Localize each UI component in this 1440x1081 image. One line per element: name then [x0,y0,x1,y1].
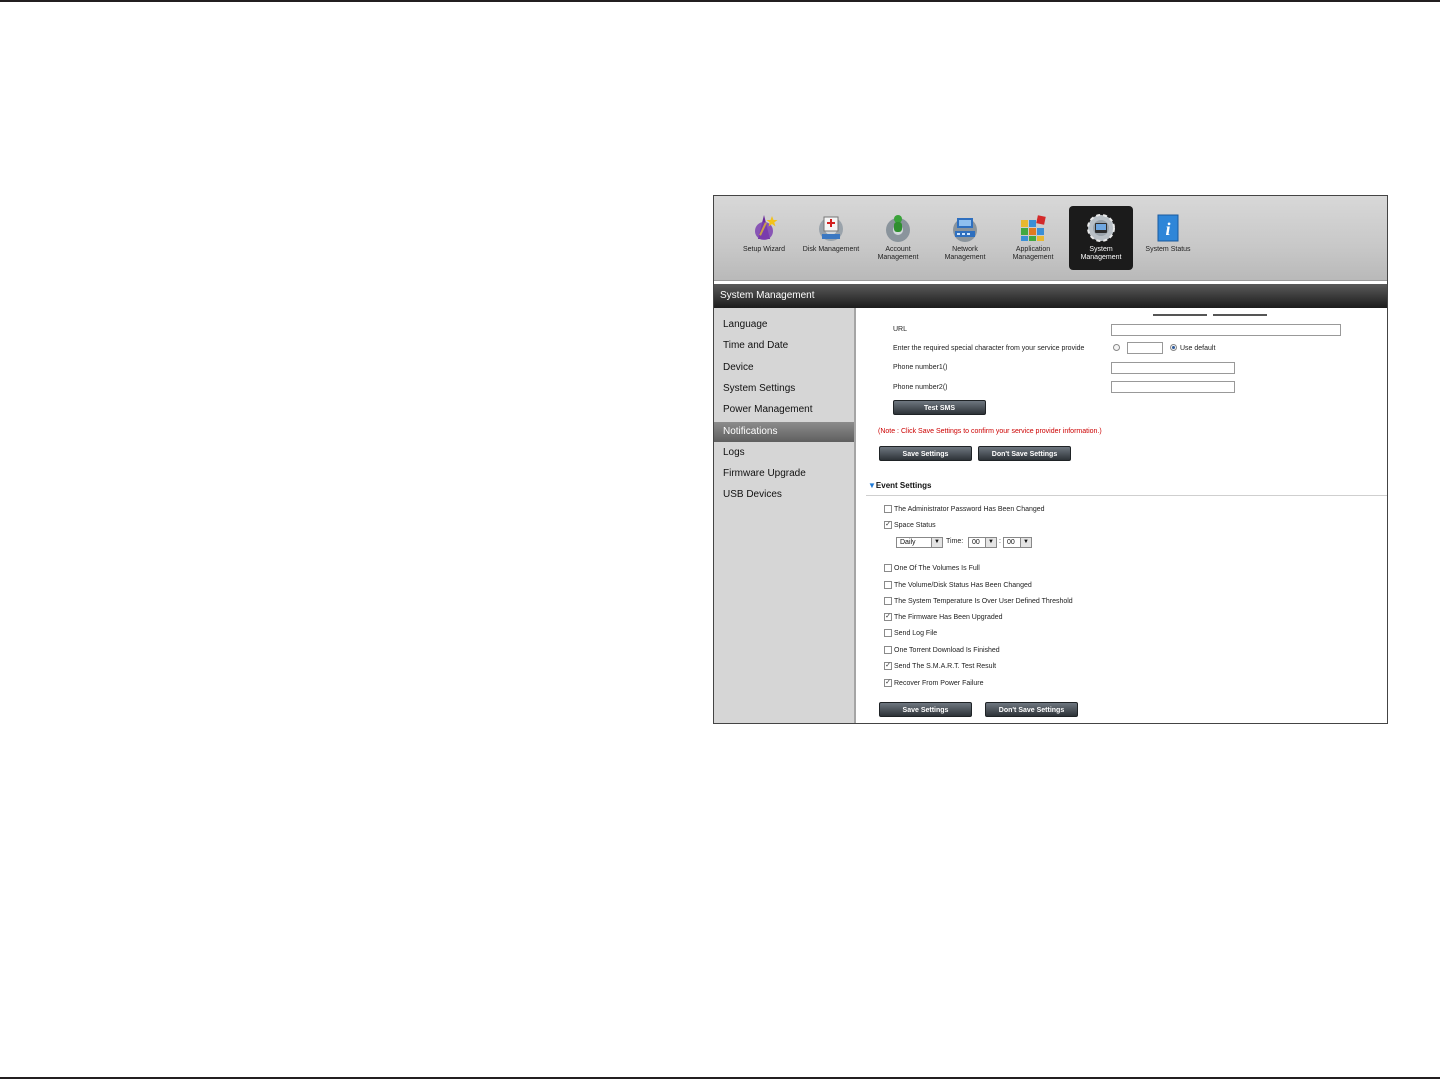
event-label: Space Status [894,522,936,529]
frequency-select[interactable]: Daily ▼ [896,537,943,548]
event-label: The System Temperature Is Over User Defi… [894,598,1073,605]
url-input[interactable] [1111,324,1341,336]
time-label: Time: [946,538,964,545]
nav-disk-management[interactable]: Disk Management [799,206,863,270]
event-settings-header[interactable]: ▼Event Settings [868,481,932,490]
event-label: Recover From Power Failure [894,680,984,687]
chevron-down-icon: ▼ [985,538,996,547]
nav-account-management[interactable]: Account Management [866,206,930,270]
sidebar: Language Time and Date Device System Set… [714,308,856,723]
note-text: (Note : Click Save Settings to confirm y… [878,428,1102,435]
event-checkbox-smart[interactable]: ✓ [884,662,892,670]
chevron-down-icon: ▼ [1020,538,1031,547]
event-label: The Administrator Password Has Been Chan… [894,506,1045,513]
nav-label: System Management [1080,246,1122,261]
sidebar-item-firmware-upgrade[interactable]: Firmware Upgrade [714,464,854,484]
nas-web-ui: Setup Wizard Disk Management Account Man [713,195,1388,724]
notifications-content: URL Enter the required special character… [856,308,1387,723]
phone1-input[interactable] [1111,362,1235,374]
info-icon: i [1157,214,1179,242]
event-checkbox-space-status[interactable]: ✓ [884,521,892,529]
application-icon [1021,215,1046,241]
minute-select[interactable]: 00 ▼ [1003,537,1032,548]
hour-value: 00 [972,539,980,546]
network-icon [953,218,977,242]
nav-system-management[interactable]: System Management [1069,206,1133,270]
phone1-label: Phone number1() [893,364,948,371]
nav-network-management[interactable]: Network Management [933,206,997,270]
svg-text:i: i [1165,219,1170,239]
save-settings-button[interactable]: Save Settings [879,446,972,461]
event-checkbox-firmware[interactable]: ✓ [884,613,892,621]
event-checkbox-temperature[interactable] [884,597,892,605]
wizard-icon [755,215,778,240]
event-checkbox-admin-password[interactable] [884,505,892,513]
expand-triangle-icon: ▼ [868,481,876,490]
special-char-radio[interactable] [1113,344,1120,351]
url-label: URL [893,326,908,333]
time-separator: : [999,538,1001,545]
page-title: System Management [714,284,1387,308]
use-default-label: Use default [1180,345,1216,352]
clipped-button-edge [1153,314,1207,316]
sidebar-item-usb-devices[interactable]: USB Devices [714,485,854,505]
sidebar-item-time-and-date[interactable]: Time and Date [714,336,854,356]
event-label: The Volume/Disk Status Has Been Changed [894,582,1032,589]
hour-select[interactable]: 00 ▼ [968,537,997,548]
save-settings-button[interactable]: Save Settings [879,702,972,717]
event-label: Send The S.M.A.R.T. Test Result [894,663,997,670]
account-icon [886,215,910,242]
gear-icon [1087,214,1115,242]
nav-system-status[interactable]: i System Status [1136,206,1200,270]
event-checkbox-volume-status[interactable] [884,581,892,589]
top-rule [0,0,1440,2]
chevron-down-icon: ▼ [931,538,942,547]
clipped-button-edge [1213,314,1267,316]
sidebar-item-power-management[interactable]: Power Management [714,400,854,420]
nav-label: Application Management [1012,246,1054,261]
bottom-rule [0,1077,1440,1079]
dont-save-settings-button[interactable]: Don't Save Settings [985,702,1078,717]
phone2-input[interactable] [1111,381,1235,393]
event-checkbox-power-failure[interactable]: ✓ [884,679,892,687]
use-default-radio[interactable] [1170,344,1177,351]
sidebar-item-language[interactable]: Language [714,315,854,335]
nav-label: Disk Management [802,246,860,253]
nav-label: Network Management [944,246,986,261]
special-char-label: Enter the required special character fro… [893,345,1085,352]
event-label: One Of The Volumes Is Full [894,565,980,572]
section-divider [866,495,1387,496]
top-nav-bar: Setup Wizard Disk Management Account Man [714,196,1387,281]
event-checkbox-send-log[interactable] [884,629,892,637]
event-label: The Firmware Has Been Upgraded [894,614,1003,621]
sidebar-item-device[interactable]: Device [714,358,854,378]
test-sms-button[interactable]: Test SMS [893,400,986,415]
event-checkbox-volume-full[interactable] [884,564,892,572]
nav-label: Setup Wizard [742,246,786,253]
minute-value: 00 [1007,539,1015,546]
nav-setup-wizard[interactable]: Setup Wizard [732,206,796,270]
phone2-label: Phone number2() [893,384,948,391]
event-settings-title: Event Settings [875,481,932,490]
nav-label: Account Management [877,246,919,261]
nav-label: System Status [1145,246,1191,253]
sidebar-item-notifications[interactable]: Notifications [714,422,854,442]
special-char-input[interactable] [1127,342,1163,354]
disk-icon [819,216,843,241]
frequency-value: Daily [900,539,916,546]
nav-application-management[interactable]: Application Management [1001,206,1065,270]
dont-save-settings-button[interactable]: Don't Save Settings [978,446,1071,461]
sidebar-item-logs[interactable]: Logs [714,443,854,463]
event-checkbox-torrent[interactable] [884,646,892,654]
event-label: Send Log File [894,630,938,637]
event-label: One Torrent Download Is Finished [894,647,1000,654]
sidebar-item-system-settings[interactable]: System Settings [714,379,854,399]
